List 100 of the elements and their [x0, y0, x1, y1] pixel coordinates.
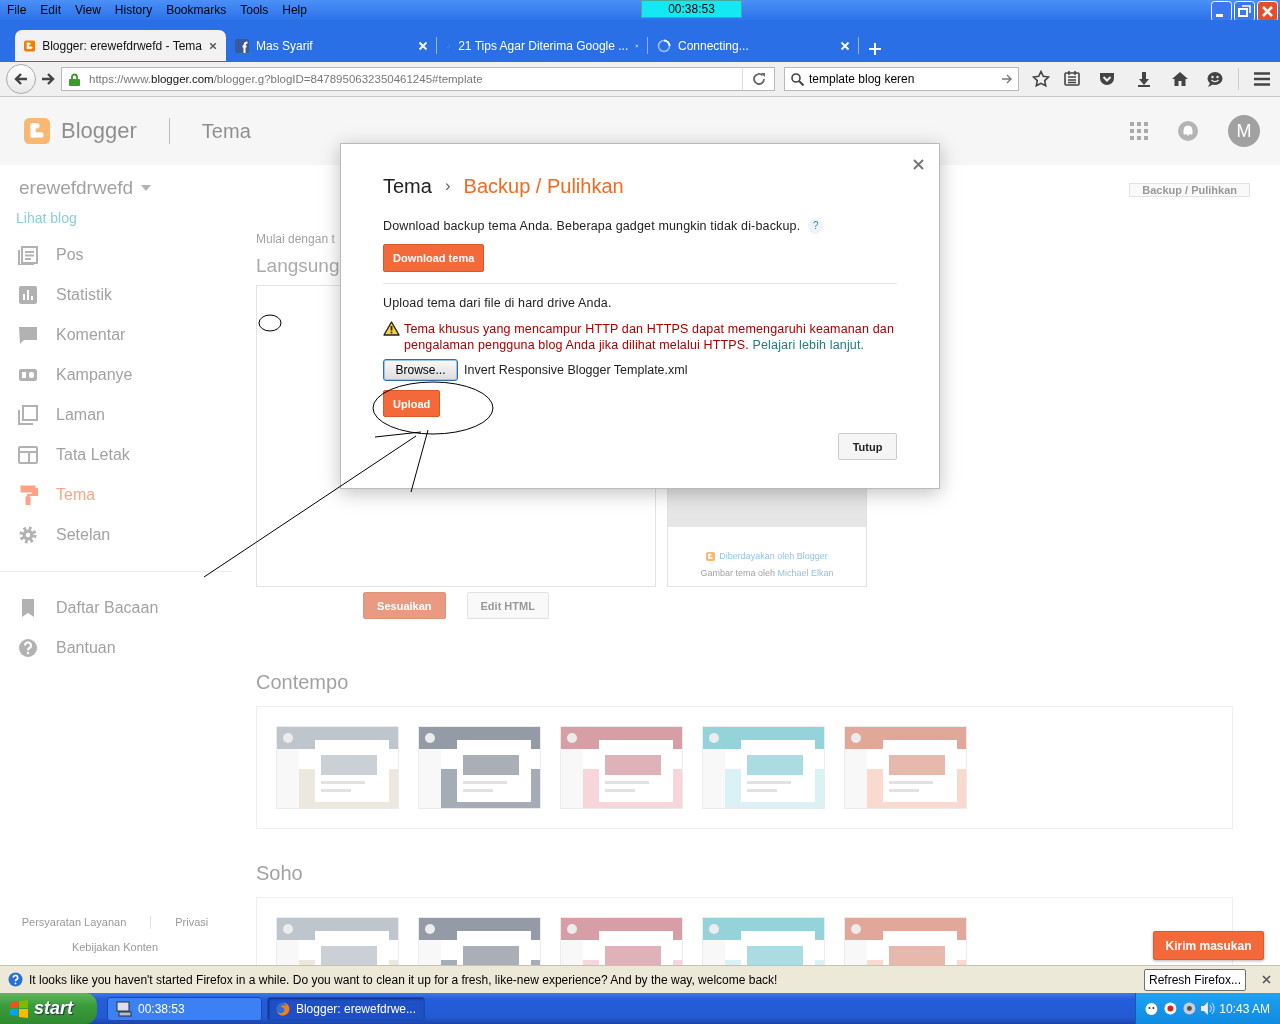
windows-flag-icon: [9, 999, 29, 1018]
menu-item[interactable]: Edit: [40, 3, 62, 17]
image-credit: Gambar tema oleh Michael Elkan: [700, 568, 834, 578]
menu-item[interactable]: Tools: [240, 3, 269, 17]
sidebar-item[interactable]: Kampanye: [0, 355, 143, 395]
close-icon[interactable]: [1262, 975, 1271, 984]
sidebar-item[interactable]: Laman: [0, 395, 115, 435]
browse-button[interactable]: Browse...: [383, 359, 458, 381]
edit-html-button[interactable]: Edit HTML: [466, 592, 549, 619]
blogger-icon: [24, 38, 36, 53]
blog-name[interactable]: erewefdrwefd: [19, 176, 134, 199]
sidebar-item[interactable]: Tata Letak: [0, 435, 140, 475]
tray-icon: [1162, 1001, 1178, 1016]
restore-icon[interactable]: [1234, 1, 1255, 22]
go-arrow-icon[interactable]: [1002, 74, 1012, 84]
document-icon: [18, 245, 38, 265]
refresh-firefox-button[interactable]: Refresh Firefox...: [1143, 968, 1246, 991]
blogger-icon: [706, 551, 716, 561]
chart-icon: [18, 285, 38, 305]
reading-list-icon[interactable]: [1063, 70, 1081, 88]
help-button[interactable]: ?: [808, 218, 824, 234]
close-button[interactable]: Tutup: [838, 433, 897, 460]
sidebar-item[interactable]: Daftar Bacaan: [0, 588, 169, 628]
browser-tab[interactable]: 21 Tips Agar Diterima Google ...: [437, 30, 648, 61]
pages-icon: [18, 405, 38, 425]
breadcrumb-link[interactable]: Tema: [383, 174, 432, 198]
menu-item[interactable]: History: [114, 3, 153, 17]
browser-tab[interactable]: Mas Syarif: [226, 30, 437, 61]
clock: 10:43 AM: [1219, 1001, 1270, 1016]
tray-icon: [1181, 1001, 1197, 1016]
chat-icon[interactable]: [1206, 70, 1224, 88]
minimize-icon[interactable]: [1211, 1, 1232, 22]
menu-item[interactable]: Help: [282, 3, 307, 17]
tray-icon: [1144, 1001, 1159, 1016]
browser-tab[interactable]: Connecting...: [648, 30, 859, 61]
comment-icon: [18, 325, 38, 345]
customize-button[interactable]: Sesuaikan: [363, 592, 446, 619]
download-icon[interactable]: [1135, 70, 1153, 88]
file-name: Invert Responsive Blogger Template.xml: [464, 363, 688, 377]
back-button[interactable]: [6, 64, 36, 94]
address-field[interactable]: https://www.blogger.com/blogger.g?blogID=8478950632350461245#template: [61, 67, 775, 91]
upload-description: Upload tema dari file di hard drive Anda.: [383, 295, 613, 311]
footer-link[interactable]: Persyaratan Layanan: [21, 916, 127, 929]
volume-icon[interactable]: [1200, 1001, 1216, 1016]
new-tab-icon[interactable]: [869, 43, 881, 55]
close-icon[interactable]: [913, 159, 924, 170]
computer-icon: [116, 1000, 132, 1017]
close-icon[interactable]: [209, 40, 217, 51]
learn-more-link[interactable]: Pelajari lebih lanjut.: [752, 338, 865, 352]
sidebar-item[interactable]: Tema: [0, 475, 106, 515]
footer-link[interactable]: Kebijakan Konten: [71, 941, 159, 953]
menu-item[interactable]: File: [7, 3, 27, 17]
forward-icon[interactable]: [41, 72, 55, 86]
layout-icon: [18, 445, 38, 465]
menu-item[interactable]: View: [75, 3, 101, 17]
star-icon[interactable]: [1032, 70, 1050, 88]
home-icon[interactable]: [1171, 70, 1189, 88]
help-icon: [8, 972, 23, 987]
menu-icon[interactable]: [1253, 70, 1271, 88]
view-blog-link[interactable]: Lihat blog: [0, 208, 77, 228]
upload-button[interactable]: Upload: [383, 390, 441, 417]
sidebar-item[interactable]: Pos: [0, 235, 94, 275]
intro-text: Mulai dengan t: [256, 232, 335, 246]
section-heading: Langsung: [256, 255, 340, 277]
sidebar-item[interactable]: Bantuan: [0, 628, 126, 668]
back-arrow-icon: [14, 72, 28, 86]
menu-item[interactable]: Bookmarks: [166, 3, 227, 17]
section-heading: Soho: [256, 862, 303, 885]
dialog-title: Backup / Pulihkan: [463, 174, 624, 198]
sidebar-item[interactable]: Setelan: [0, 515, 121, 555]
backup-restore-button[interactable]: Backup / Pulihkan: [1129, 183, 1250, 197]
warning-text: Tema khusus yang mencampur HTTP dan HTTPS dapat memengaruhi keamanan dan pengalaman pengguna blog Anda jika dilihat melalui HTTPS. Pelajari lebih lanjut.: [404, 321, 895, 353]
blogger-logo: [24, 118, 50, 144]
search-icon: [791, 72, 804, 86]
breadcrumb-separator: ›: [444, 176, 451, 196]
sidebar-item[interactable]: Statistik: [0, 275, 122, 315]
avatar[interactable]: M: [1228, 115, 1260, 147]
brand-name: Blogger: [61, 118, 137, 144]
sidebar-item[interactable]: Komentar: [0, 315, 136, 355]
taskbar-button[interactable]: Blogger: erewefdrwe...: [267, 996, 425, 1021]
notification-message: It looks like you haven't started Firefox in a while. Do you want to clean it up for a fresh, like-new experience? And by the way, welcome back!: [29, 972, 779, 987]
start-button[interactable]: start: [0, 993, 97, 1024]
feedback-button[interactable]: Kirim masukan: [1153, 931, 1264, 960]
paint-roller-icon: [18, 485, 38, 505]
warning-icon: [383, 321, 400, 336]
browser-tab[interactable]: Blogger: erewefdrwefd - Tema: [15, 30, 226, 61]
search-field[interactable]: template blog keren: [784, 67, 1019, 91]
footer-link[interactable]: Privasi: [175, 916, 209, 929]
pocket-icon[interactable]: [1098, 70, 1116, 88]
credit-link[interactable]: Michael Elkan: [777, 568, 834, 578]
taskbar-button[interactable]: 00:38:53: [107, 996, 262, 1021]
help-icon: [18, 638, 38, 658]
credit-link[interactable]: Diberdayakan oleh Blogger: [719, 551, 828, 561]
download-theme-button[interactable]: Download tema: [383, 244, 485, 272]
loading-icon: [657, 38, 671, 53]
reload-icon[interactable]: [751, 72, 766, 86]
facebook-icon: [235, 38, 249, 53]
settings-icon: [18, 525, 38, 545]
browser-icon: [276, 1000, 290, 1017]
download-description: Download backup tema Anda. Beberapa gadget mungkin tidak di-backup.: [383, 218, 801, 234]
